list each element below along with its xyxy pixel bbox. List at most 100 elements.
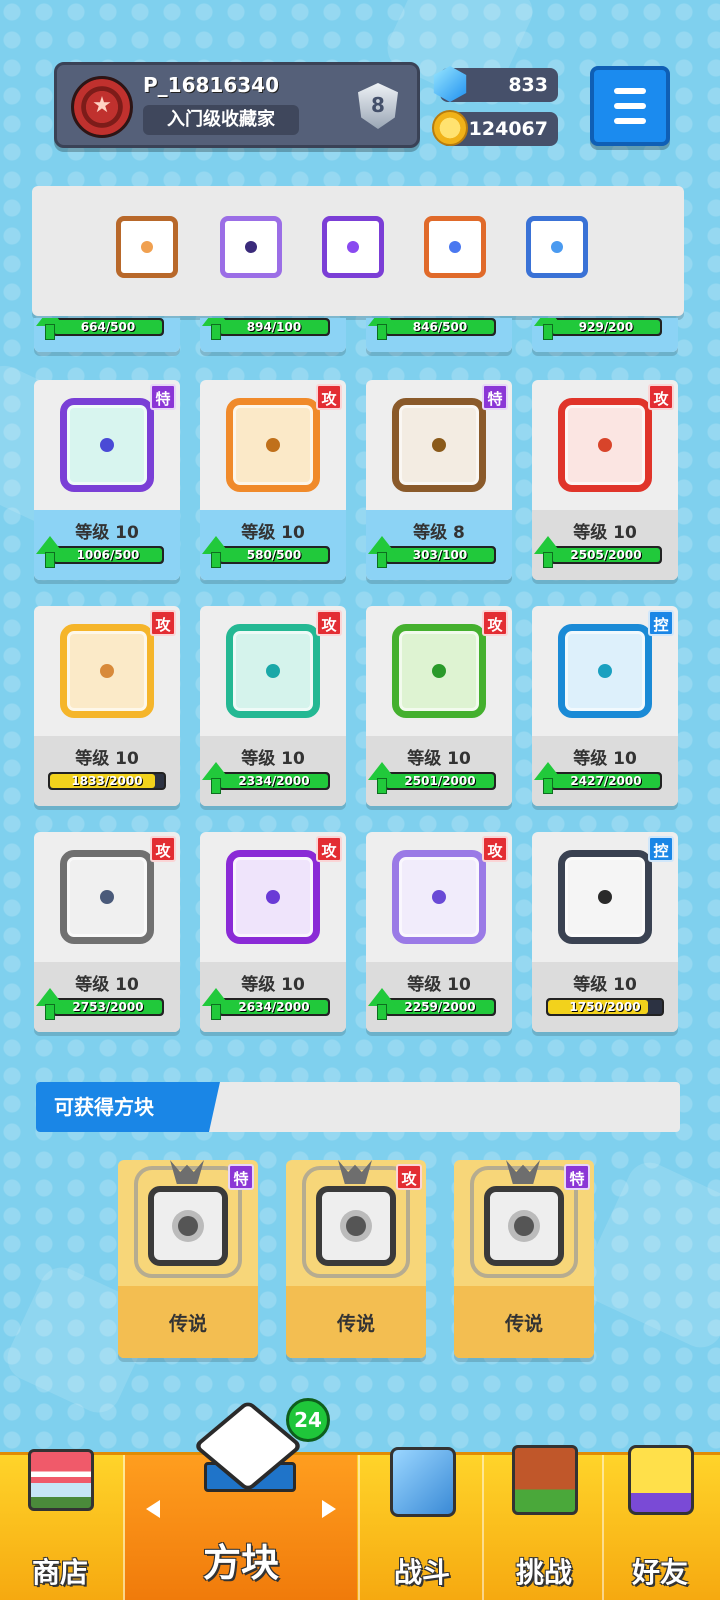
dice-type-badge: 特 xyxy=(150,384,176,410)
dice-pip xyxy=(141,241,153,253)
dice-card-electric[interactable]: 攻等级 10 1833/2000 xyxy=(34,606,180,806)
upgrade-arrow-icon xyxy=(36,318,64,342)
rank-number: 8 xyxy=(371,93,385,117)
menu-button[interactable] xyxy=(590,66,670,146)
progress-bar: 1750/2000 xyxy=(546,998,664,1016)
progress-text: 1833/2000 xyxy=(71,774,143,788)
dice-card-ice[interactable]: 控等级 10 2427/2000 xyxy=(532,606,678,806)
coin-count: 124067 xyxy=(468,118,548,140)
coin-icon xyxy=(432,110,468,146)
dice-level: 等级 10 xyxy=(75,749,139,769)
equipped-dice-fire-frame[interactable] xyxy=(116,216,178,278)
rank-badge-icon[interactable]: 8 xyxy=(349,79,407,135)
fire-dice-icon xyxy=(558,398,652,492)
dice-collection-list[interactable]: 664/500 894/100 846/500 929/200 特等级 10 1006/5… xyxy=(0,318,720,1060)
nav-right-arrow-icon[interactable] xyxy=(322,1500,336,1518)
nav-challenge[interactable]: 挑战 xyxy=(484,1445,604,1600)
dice-card-archer[interactable]: 攻等级 10 580/500 xyxy=(200,380,346,580)
equipped-dice-void[interactable] xyxy=(322,216,384,278)
dice-card-partial[interactable]: 894/100 xyxy=(200,318,346,352)
dice-pip xyxy=(100,664,114,678)
shop-icon xyxy=(28,1449,94,1511)
progress-bar: 2427/2000 xyxy=(550,772,662,790)
challenge-icon xyxy=(512,1445,578,1515)
dice-card-fire[interactable]: 攻等级 10 2505/2000 xyxy=(532,380,678,580)
gem-counter[interactable]: 833 xyxy=(433,66,558,102)
dice-card-healer[interactable]: 特等级 10 1006/500 xyxy=(34,380,180,580)
dice-card-iron[interactable]: 攻等级 10 2753/2000 xyxy=(34,832,180,1032)
legendary-dice-card[interactable]: 特传说 xyxy=(454,1160,594,1358)
ice-dice-icon xyxy=(558,624,652,718)
progress-text: 929/200 xyxy=(578,320,634,334)
progress-text: 1006/500 xyxy=(76,548,140,562)
dice-card-wind[interactable]: 攻等级 10 2334/2000 xyxy=(200,606,346,806)
hamburger-line xyxy=(614,118,646,124)
nav-friends[interactable]: 好友 xyxy=(600,1445,720,1600)
dice-card-partial[interactable]: 664/500 xyxy=(34,318,180,352)
equipped-dice-ice[interactable] xyxy=(526,216,588,278)
bottom-nav-bar: 商店 方块 战斗 挑战 好友 xyxy=(0,1445,720,1600)
nav-battle-label: 战斗 xyxy=(393,1556,450,1589)
lock-dice-icon xyxy=(558,850,652,944)
nav-challenge-label: 挑战 xyxy=(515,1556,572,1589)
friends-icon xyxy=(628,1445,694,1515)
dice-pip xyxy=(432,438,446,452)
legendary-dice-card[interactable]: 攻传说 xyxy=(286,1160,426,1358)
dice-card-lock[interactable]: 控等级 10 1750/2000 xyxy=(532,832,678,1032)
shift-dice-icon xyxy=(226,850,320,944)
electric-dice-icon xyxy=(60,624,154,718)
nav-battle[interactable]: 战斗 xyxy=(362,1447,482,1600)
progress-text: 580/500 xyxy=(246,548,302,562)
equipped-dice-mirror[interactable] xyxy=(424,216,486,278)
dice-pip xyxy=(432,890,446,904)
dice-card-shift[interactable]: 攻等级 10 2634/2000 xyxy=(200,832,346,1032)
equipped-dice-lightning[interactable] xyxy=(220,216,282,278)
upgrade-arrow-icon xyxy=(36,988,64,1022)
nav-left-arrow-icon[interactable] xyxy=(146,1500,160,1518)
dice-level: 等级 10 xyxy=(573,975,637,995)
dice-type-badge: 攻 xyxy=(482,610,508,636)
dice-pip xyxy=(266,890,280,904)
dice-type-badge: 控 xyxy=(648,836,674,862)
player-profile-panel[interactable]: ★ P_16816340 入门级收藏家 8 xyxy=(54,62,420,148)
nav-shop[interactable]: 商店 xyxy=(0,1449,120,1600)
dice-pip xyxy=(449,241,461,253)
upgrade-arrow-icon xyxy=(202,988,230,1022)
legendary-dice-icon xyxy=(148,1186,228,1266)
upgrade-arrow-icon xyxy=(368,762,396,796)
dice-pip xyxy=(598,438,612,452)
dice-pip xyxy=(347,241,359,253)
dice-type-badge: 控 xyxy=(648,610,674,636)
dice-type-badge: 攻 xyxy=(150,836,176,862)
progress-bar: 303/100 xyxy=(384,546,496,564)
iron-dice-icon xyxy=(60,850,154,944)
battle-icon xyxy=(390,1447,456,1517)
dice-pip xyxy=(100,890,114,904)
player-avatar[interactable]: ★ xyxy=(71,76,133,138)
star-icon: ★ xyxy=(92,93,112,118)
dice-type-badge: 特 xyxy=(482,384,508,410)
coin-counter[interactable]: 124067 xyxy=(432,110,558,146)
player-title: 入门级收藏家 xyxy=(143,105,299,135)
legendary-dice-card[interactable]: 特传说 xyxy=(118,1160,258,1358)
progress-bar: 1006/500 xyxy=(52,546,164,564)
progress-text: 2505/2000 xyxy=(570,548,642,562)
dice-type-badge: 攻 xyxy=(648,384,674,410)
dice-card-question[interactable]: 攻等级 10 2259/2000 xyxy=(366,832,512,1032)
dice-count-badge: 24 xyxy=(286,1398,330,1442)
upgrade-arrow-icon xyxy=(534,318,562,342)
upgrade-arrow-icon xyxy=(368,318,396,342)
dice-box-icon xyxy=(192,1399,304,1500)
dice-card-mystery[interactable]: 特等级 8 303/100 xyxy=(366,380,512,580)
dice-pip xyxy=(100,438,114,452)
progress-text: 2427/2000 xyxy=(570,774,642,788)
upgrade-arrow-icon xyxy=(202,762,230,796)
progress-text: 894/100 xyxy=(246,320,302,334)
progress-text: 303/100 xyxy=(412,548,468,562)
dice-card-partial[interactable]: 846/500 xyxy=(366,318,512,352)
rarity-label: 传说 xyxy=(504,1313,543,1335)
dice-card-partial[interactable]: 929/200 xyxy=(532,318,678,352)
progress-bar: 846/500 xyxy=(384,318,496,336)
dice-card-poison[interactable]: 攻等级 10 2501/2000 xyxy=(366,606,512,806)
progress-text: 846/500 xyxy=(412,320,468,334)
